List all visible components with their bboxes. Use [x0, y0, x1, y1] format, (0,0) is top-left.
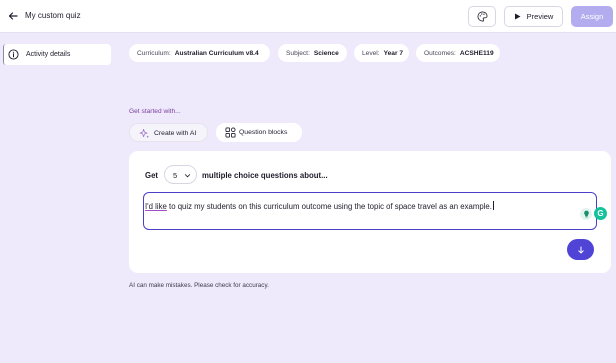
top-bar: My custom quiz Preview Assign — [0, 0, 616, 33]
curriculum-chip: Curriculum: Australian Curriculum v8.4 — [129, 44, 270, 62]
chevron-down-icon — [184, 174, 191, 178]
text-caret — [492, 201, 494, 210]
page-title: My custom quiz — [25, 11, 81, 20]
prompt-input[interactable]: I'd like to quiz my students on this cur… — [143, 192, 607, 230]
info-icon — [8, 49, 19, 60]
preview-label: Preview — [526, 12, 554, 21]
sparkle-icon — [139, 129, 150, 139]
question-count-value: 5 — [173, 171, 178, 180]
chip-key: Level: — [362, 49, 380, 57]
chip-value: ACSHE119 — [459, 49, 494, 57]
back-button[interactable] — [6, 9, 20, 23]
sidebar-item-activity-details[interactable]: Activity details — [3, 44, 111, 65]
chip-value: Year 7 — [383, 49, 404, 57]
prompt-text-rest: to quiz my students on this curriculum o… — [166, 202, 492, 211]
prompt-text-underlined: I'd like — [145, 202, 167, 211]
blocks-icon — [225, 127, 236, 138]
create-with-ai-label: Create with AI — [154, 130, 197, 137]
chip-key: Outcomes: — [424, 49, 456, 57]
get-started-heading: Get started with... — [129, 108, 181, 115]
assign-button[interactable]: Assign — [571, 6, 613, 27]
create-with-ai-button[interactable]: Create with AI — [129, 123, 208, 142]
prompt-text: I'd like to quiz my students on this cur… — [145, 201, 494, 211]
sidebar-item-label: Activity details — [26, 51, 71, 58]
question-count-select[interactable]: 5 — [164, 165, 197, 184]
question-blocks-label: Question blocks — [239, 129, 288, 136]
arrow-left-icon — [8, 12, 18, 20]
lightbulb-icon[interactable] — [580, 208, 592, 220]
question-type-label: multiple choice questions about... — [202, 171, 328, 180]
get-label: Get — [145, 171, 158, 180]
palette-icon — [477, 11, 487, 22]
subject-chip: Subject: Science — [278, 44, 347, 62]
chip-value: Science — [313, 49, 339, 57]
preview-button[interactable]: Preview — [504, 6, 563, 27]
theme-button[interactable] — [468, 6, 496, 27]
chip-key: Subject: — [286, 49, 310, 57]
active-marker — [3, 44, 6, 65]
play-icon — [514, 13, 521, 20]
bulb-glyph — [583, 210, 589, 218]
question-blocks-button[interactable]: Question blocks — [216, 123, 302, 142]
arrow-down-icon — [577, 246, 584, 253]
generate-button[interactable] — [567, 239, 594, 260]
level-chip: Level: Year 7 — [354, 44, 409, 62]
chip-value: Australian Curriculum v8.4 — [174, 49, 259, 57]
chip-key: Curriculum: — [137, 49, 171, 57]
grammarly-icon[interactable]: G — [594, 207, 607, 220]
ai-disclaimer: AI can make mistakes. Please check for a… — [129, 282, 269, 289]
outcomes-chip: Outcomes: ACSHE119 — [416, 44, 500, 62]
ai-generator-card: Get 5 multiple choice questions about...… — [129, 151, 611, 273]
